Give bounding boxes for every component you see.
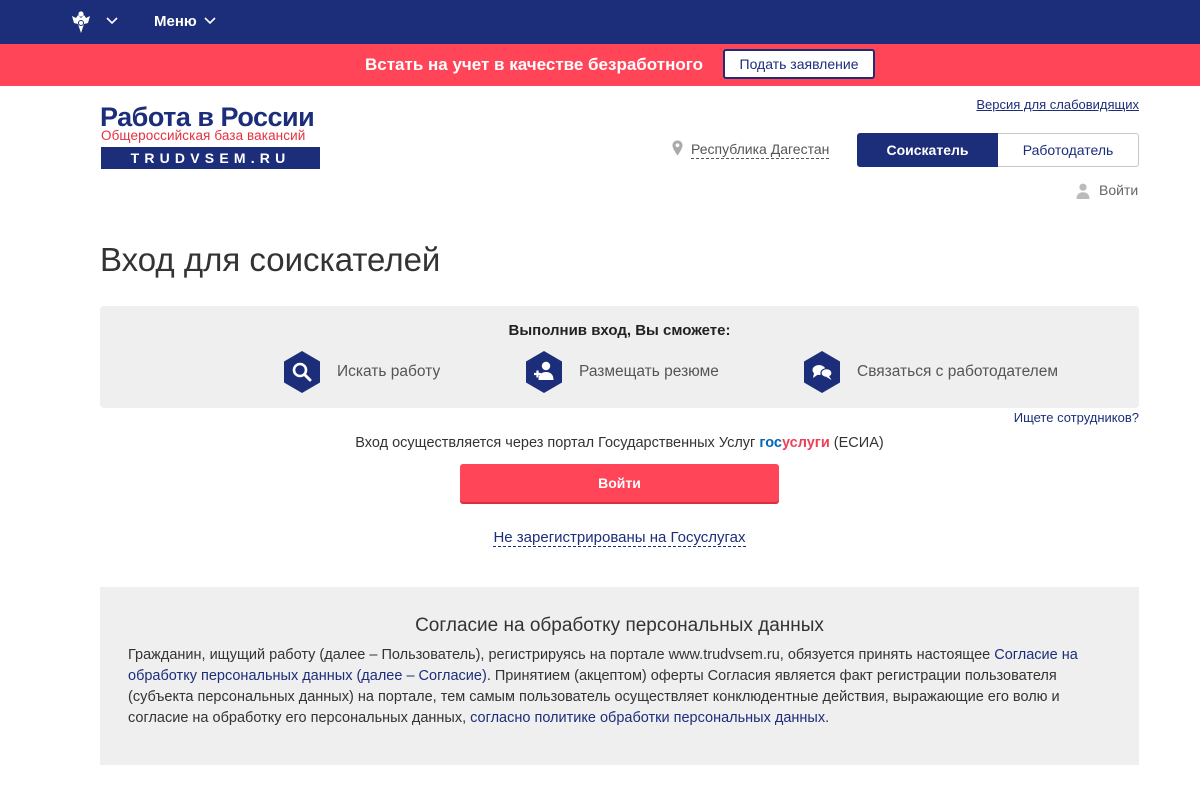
benefit-label: Связаться с работодателем (857, 363, 1058, 380)
consent-title: Согласие на обработку персональных данны… (415, 615, 824, 636)
benefits-title: Выполнив вход, Вы сможете: (508, 322, 731, 339)
not-registered-link[interactable]: Не зарегистрированы на Госуслугах (493, 529, 746, 547)
page-title: Вход для соискателей (100, 241, 441, 278)
logo-domain: TRUDVSEM.RU (101, 147, 320, 169)
header-login-link[interactable]: Войти (1099, 182, 1138, 198)
portal-text: Вход осуществляется через портал Государ… (355, 435, 756, 451)
consent-text-part: . (825, 710, 830, 726)
chat-icon (804, 351, 840, 393)
menu-label[interactable]: Меню (154, 13, 197, 30)
not-registered-container: Не зарегистрированы на Госуслугах (0, 529, 1200, 547)
user-icon (1076, 183, 1090, 199)
gosuslugi-login-note: Вход осуществляется через портал Государ… (0, 435, 1200, 451)
consent-panel: Согласие на обработку персональных данны… (100, 587, 1139, 765)
chevron-down-icon[interactable] (106, 16, 118, 26)
role-employer-tab[interactable]: Работодатель (998, 133, 1139, 167)
location-pin-icon (672, 140, 683, 156)
coat-of-arms-icon[interactable] (68, 9, 94, 35)
benefits-panel: Выполнив вход, Вы сможете: Искать работу… (100, 306, 1139, 408)
chevron-down-icon[interactable] (204, 16, 216, 26)
logo-subtitle: Общероссийская база вакансий (101, 128, 306, 143)
region-selector[interactable]: Республика Дагестан (691, 141, 830, 159)
consent-text: Гражданин, ищущий работу (далее – Пользо… (128, 645, 1118, 729)
gosuslugi-logo: госуслуги (759, 435, 830, 451)
consent-text-part: Гражданин, ищущий работу (далее – Пользо… (128, 647, 995, 663)
accessible-version-link[interactable]: Версия для слабовидящих (976, 97, 1139, 112)
submit-application-button[interactable]: Подать заявление (723, 49, 875, 79)
benefit-label: Искать работу (337, 363, 441, 380)
benefit-label: Размещать резюме (579, 363, 719, 380)
banner-text: Встать на учет в качестве безработного (365, 55, 703, 74)
benefit-contact-employer: Связаться с работодателем (802, 350, 1058, 394)
login-button[interactable]: Войти (460, 464, 779, 502)
looking-for-employees-link[interactable]: Ищете сотрудников? (1014, 410, 1139, 425)
unemployed-registration-banner: Встать на учет в качестве безработного П… (0, 44, 1200, 86)
privacy-policy-link[interactable]: согласно политике обработки персональных… (470, 710, 825, 726)
role-job-seeker-tab[interactable]: Соискатель (857, 133, 998, 167)
top-nav: Меню (0, 0, 1200, 44)
add-user-icon (526, 351, 562, 393)
benefit-post-resume: Размещать резюме (524, 350, 719, 394)
role-switch: Соискатель Работодатель (857, 133, 1139, 167)
benefit-search-jobs: Искать работу (282, 350, 440, 394)
portal-text-suffix: (ЕСИА) (833, 435, 884, 451)
search-icon (284, 351, 320, 393)
